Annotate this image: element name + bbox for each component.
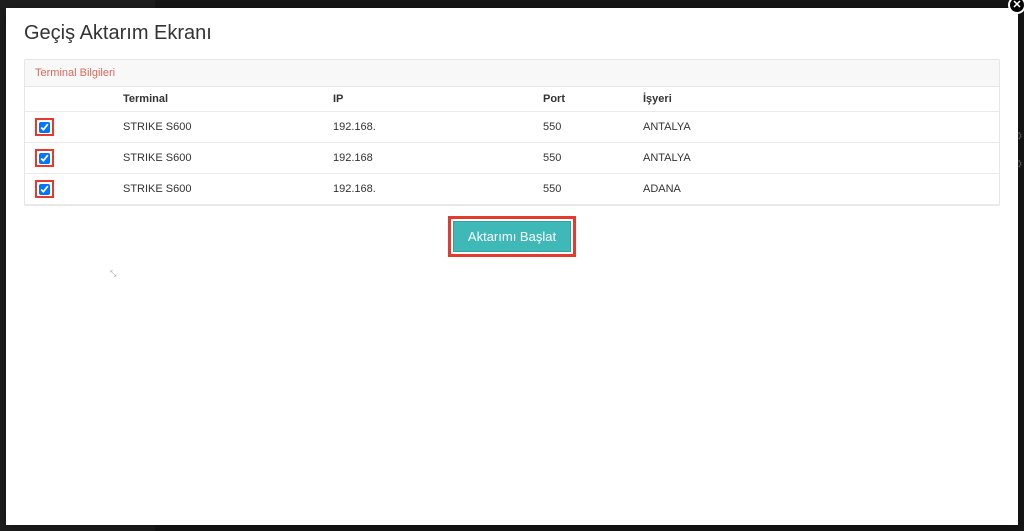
column-header-select [25, 87, 115, 112]
row-select-checkbox[interactable] [39, 153, 50, 164]
transfer-modal: Geçiş Aktarım Ekranı Terminal Bilgileri … [6, 8, 1018, 525]
row-select-checkbox[interactable] [39, 122, 50, 133]
start-button-highlight: Aktarımı Başlat [448, 216, 576, 257]
checkbox-highlight [35, 180, 54, 198]
checkbox-highlight [35, 149, 54, 167]
column-header-ip: IP [325, 87, 535, 112]
column-header-port: Port [535, 87, 635, 112]
start-transfer-button[interactable]: Aktarımı Başlat [453, 221, 571, 252]
cell-isyeri: ADANA [635, 174, 999, 205]
cell-ip: 192.168 [325, 143, 535, 174]
table-row: STRIKE S600192.168.550ADANA [25, 174, 999, 205]
cell-port: 550 [535, 174, 635, 205]
checkbox-highlight [35, 118, 54, 136]
table-row: STRIKE S600192.168.550ANTALYA [25, 112, 999, 143]
cell-isyeri: ANTALYA [635, 112, 999, 143]
column-header-terminal: Terminal [115, 87, 325, 112]
cell-ip: 192.168. [325, 112, 535, 143]
terminal-info-panel: Terminal Bilgileri Terminal IP Port İşye… [24, 59, 1000, 206]
resize-handle-icon: ⤡ [110, 269, 116, 279]
row-select-checkbox[interactable] [39, 184, 50, 195]
cell-port: 550 [535, 143, 635, 174]
cell-port: 550 [535, 112, 635, 143]
table-row: STRIKE S600192.168550ANTALYA [25, 143, 999, 174]
close-icon: ✕ [1012, 0, 1021, 11]
panel-title: Terminal Bilgileri [25, 60, 999, 87]
column-header-isyeri: İşyeri [635, 87, 999, 112]
close-button[interactable]: ✕ [1008, 0, 1024, 14]
terminal-table: Terminal IP Port İşyeri STRIKE S600192.1… [25, 87, 999, 205]
cell-isyeri: ANTALYA [635, 143, 999, 174]
cell-terminal: STRIKE S600 [115, 143, 325, 174]
modal-title: Geçiş Aktarım Ekranı [24, 22, 1000, 45]
cell-terminal: STRIKE S600 [115, 112, 325, 143]
cell-ip: 192.168. [325, 174, 535, 205]
action-row: Aktarımı Başlat [24, 206, 1000, 261]
cell-terminal: STRIKE S600 [115, 174, 325, 205]
